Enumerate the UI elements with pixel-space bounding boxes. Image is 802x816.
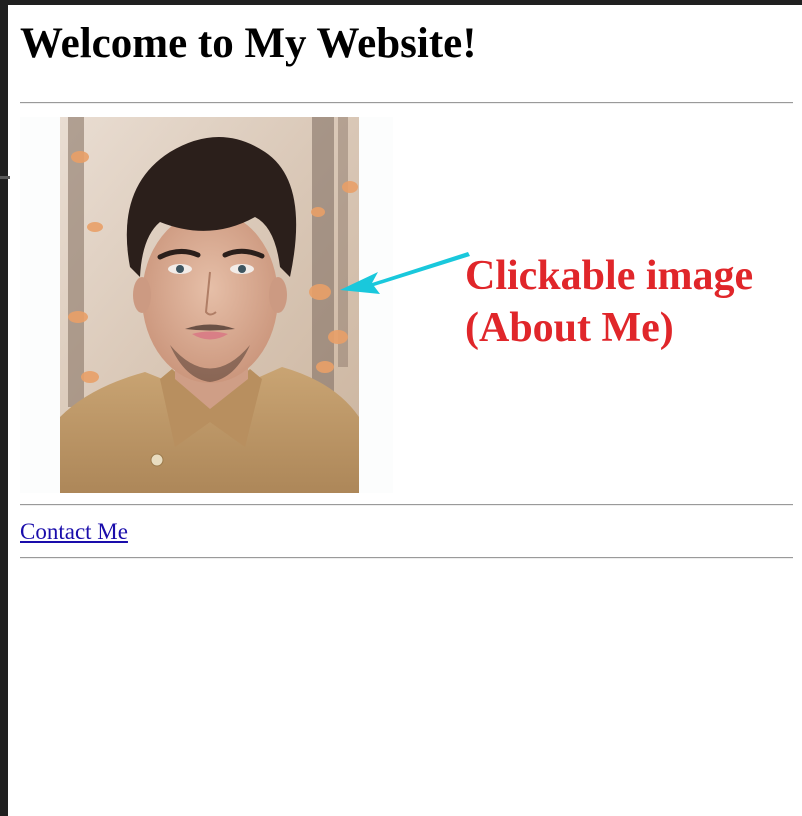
divider-bottom [20, 557, 793, 559]
window-frame-notch [0, 176, 10, 179]
page-title: Welcome to My Website! [20, 20, 477, 67]
annotation-arrow-icon [340, 252, 470, 294]
annotation-line-1: Clickable image [465, 253, 754, 299]
annotation-line-2: (About Me) [465, 305, 674, 351]
window-frame-top [0, 0, 802, 5]
contact-me-link[interactable]: Contact Me [20, 518, 128, 546]
window-frame-left [0, 0, 8, 816]
divider-middle [20, 504, 793, 506]
annotation-callout: Clickable image (About Me) [465, 250, 753, 354]
portrait-image [20, 117, 393, 493]
divider-top [20, 102, 793, 104]
about-me-image-link[interactable] [20, 117, 393, 493]
